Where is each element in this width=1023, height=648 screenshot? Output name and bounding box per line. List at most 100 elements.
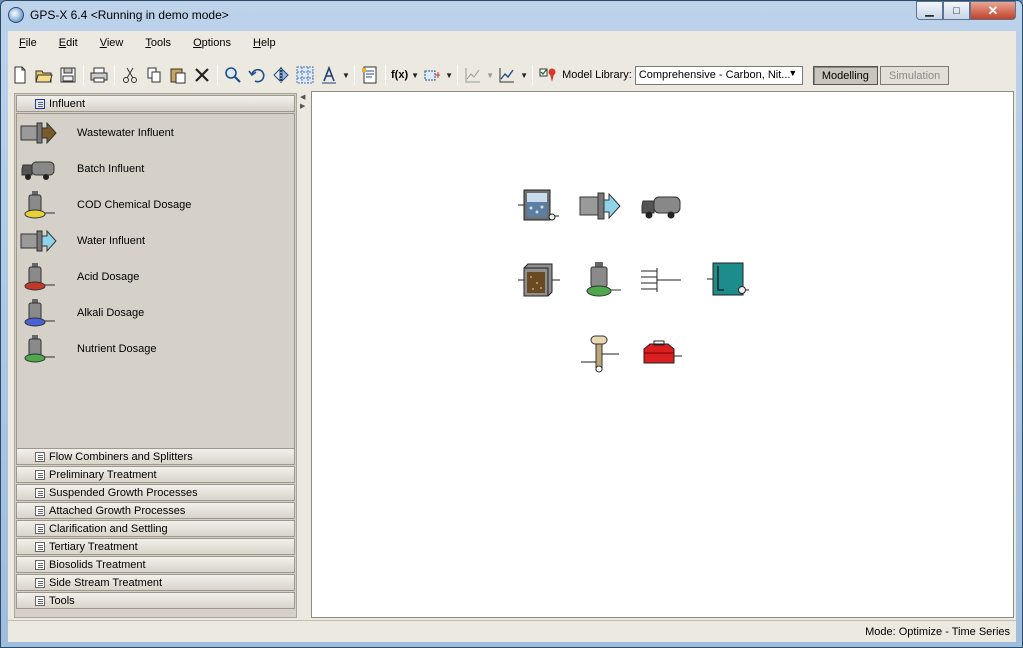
open-file-button[interactable] [33,64,55,86]
maximize-button[interactable]: □ [943,1,970,20]
copy-icon [147,67,161,83]
expand-right-icon[interactable]: ▶ [300,102,308,111]
canvas-object-clarifier[interactable] [706,260,750,300]
line-chart-icon [499,68,515,83]
category-label: Attached Growth Processes [49,504,186,517]
category-side-stream[interactable]: Side Stream Treatment [16,574,295,591]
model-library-value: Comprehensive - Carbon, Nit... [638,69,791,81]
simulation-mode-button[interactable]: Simulation [879,65,950,85]
function-button[interactable]: f(x) [389,69,410,81]
controller-dropdown-arrow[interactable]: ▼ [444,71,454,80]
chart-button[interactable] [496,64,518,86]
function-dropdown-arrow[interactable]: ▼ [410,71,420,80]
modelling-mode-button[interactable]: Modelling [812,65,878,85]
title-bar[interactable]: GPS-X 6.4 <Running in demo mode> ▁ □ ✕ [1,1,1022,31]
client-area: File Edit View Tools Options Help ▼ f(x)… [8,31,1016,642]
save-button[interactable] [57,64,79,86]
graph-dropdown-arrow[interactable]: ▼ [485,71,495,80]
chevron-down-icon: ▼ [788,67,798,78]
canvas-object-batch-influent[interactable] [639,186,683,226]
category-tools[interactable]: Tools [16,592,295,609]
notes-button[interactable] [359,64,381,86]
category-list-icon [35,488,45,498]
status-mode-text: Mode: Optimize - Time Series [865,626,1010,638]
toolbar-separator [532,65,534,85]
category-label: Flow Combiners and Splitters [49,450,193,463]
delete-button[interactable] [191,64,213,86]
print-button[interactable] [88,64,110,86]
grid-icon [296,66,314,84]
category-influent[interactable]: Influent [16,95,295,112]
category-clarification[interactable]: Clarification and Settling [16,520,295,537]
model-library-select[interactable]: Comprehensive - Carbon, Nit... ▼ [634,65,803,85]
controller-icon [424,70,441,81]
canvas-object-nutrient-dosage[interactable] [578,260,622,300]
menu-help[interactable]: Help [242,35,287,55]
category-list-icon [35,596,45,606]
category-flow-combiners[interactable]: Flow Combiners and Splitters [16,448,295,465]
category-label: Biosolids Treatment [49,558,146,571]
toolbar-separator [217,65,218,85]
canvas-object-water-influent[interactable] [578,186,622,226]
paste-button[interactable] [167,64,189,86]
category-list-icon [35,506,45,516]
flow-splitter-icon [641,268,681,292]
clipboard-icon [170,68,186,84]
filter-tank-icon [518,189,559,221]
category-label: Suspended Growth Processes [49,486,198,499]
graph-button[interactable] [462,64,484,86]
canvas-object-filter[interactable] [517,186,561,226]
menu-view[interactable]: View [89,35,135,55]
category-list-icon [35,578,45,588]
cut-button[interactable] [119,64,141,86]
toolbox-icon [643,340,682,364]
app-window: GPS-X 6.4 <Running in demo mode> ▁ □ ✕ F… [0,0,1023,648]
water-influent-icon [20,229,57,253]
category-list-icon [35,560,45,570]
chart-dropdown-arrow[interactable]: ▼ [519,71,529,80]
folder-open-icon [35,70,53,83]
canvas-object-toolbox[interactable] [639,334,683,374]
alkali-dosage-tank-icon [24,299,55,327]
new-file-button[interactable] [9,64,31,86]
undo-button[interactable] [246,64,268,86]
component-label: Water Influent [77,235,146,247]
notes-icon [362,66,377,84]
canvas-object-sampler[interactable] [578,334,622,374]
app-logo-icon [8,7,24,23]
toolbar-separator [354,65,355,85]
text-font-icon [322,66,336,84]
font-dropdown-arrow[interactable]: ▼ [341,71,351,80]
main-toolbar: ▼ f(x) ▼ ▼ ▼ ▼ Model Library: Comprehens… [8,61,1016,89]
nutrient-dosage-tank-icon [586,262,621,297]
canvas-object-media-filter[interactable] [517,260,561,300]
menu-options[interactable]: Options [182,35,242,55]
toolbar-separator [114,65,115,85]
category-attached-growth[interactable]: Attached Growth Processes [16,502,295,519]
drawing-canvas[interactable] [311,91,1014,618]
category-label: Side Stream Treatment [49,576,163,589]
grid-button[interactable] [294,64,316,86]
flip-button[interactable] [270,64,292,86]
canvas-object-splitter[interactable] [639,260,683,300]
menu-file[interactable]: File [8,35,48,55]
copy-button[interactable] [143,64,165,86]
zoom-button[interactable] [222,64,244,86]
scenario-button[interactable] [537,64,559,86]
close-button[interactable]: ✕ [970,1,1016,20]
category-suspended-growth[interactable]: Suspended Growth Processes [16,484,295,501]
category-tertiary-treatment[interactable]: Tertiary Treatment [16,538,295,555]
minimize-button[interactable]: ▁ [916,1,943,20]
category-biosolids-treatment[interactable]: Biosolids Treatment [16,556,295,573]
menu-edit[interactable]: Edit [48,35,89,55]
category-preliminary-treatment[interactable]: Preliminary Treatment [16,466,295,483]
panel-splitter[interactable]: ◀ ▶ [300,93,308,618]
menu-tools[interactable]: Tools [134,35,182,55]
controller-button[interactable] [421,64,443,86]
category-list-icon [35,99,45,109]
collapse-left-icon[interactable]: ◀ [300,93,308,102]
media-filter-icon [518,263,560,297]
font-button[interactable] [318,64,340,86]
component-palette: Influent Wastewater Influent Batch Influ… [14,93,297,618]
category-label: Preliminary Treatment [49,468,157,481]
